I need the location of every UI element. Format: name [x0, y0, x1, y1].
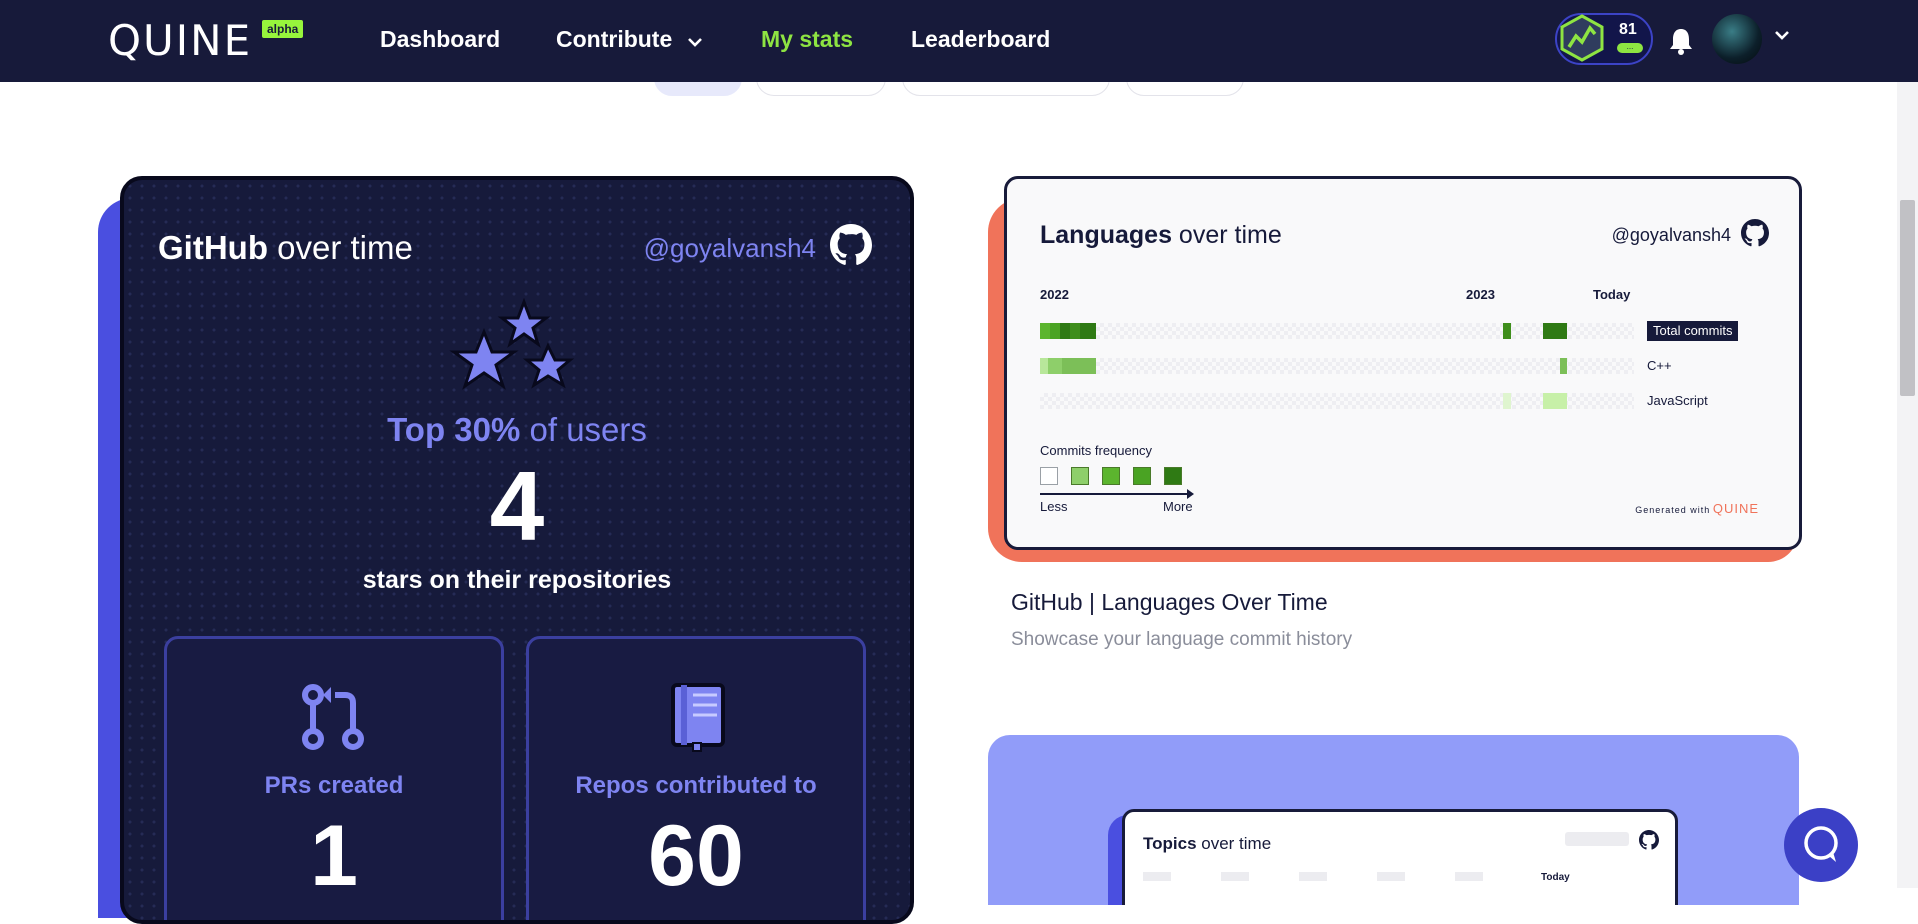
topics-preview: Topics over time Today [1122, 809, 1678, 905]
card-description: Showcase your language commit history [1011, 629, 1353, 650]
xp-value: 81 [1619, 21, 1637, 38]
alpha-badge: alpha [262, 20, 304, 38]
quine-logo[interactable]: QUINE [108, 20, 252, 62]
frequency-title: Commits frequency [1040, 443, 1152, 458]
year-placeholder [1143, 872, 1171, 881]
languages-over-time-card[interactable]: Languages over time @goyalvansh4 2022 20… [1004, 176, 1802, 550]
heatmap-cell [1048, 358, 1062, 374]
generated-with: Generated with QUINE [1635, 501, 1759, 516]
github-over-time-card[interactable]: GitHub over time @goyalvansh4 Top 30% of… [120, 176, 914, 924]
nav-contribute-label: Contribute [556, 26, 673, 52]
year-placeholder [1299, 872, 1327, 881]
github-icon [1639, 830, 1659, 850]
top-percentile: Top 30% of users [124, 410, 910, 450]
heatmap-cell [1070, 323, 1080, 339]
handle-placeholder [1565, 832, 1629, 846]
card-title-rest: over time [1196, 834, 1272, 853]
heatmap-cell [1503, 393, 1511, 409]
year-placeholder [1455, 872, 1483, 881]
frequency-arrow-line [1040, 493, 1190, 495]
avatar[interactable] [1712, 14, 1762, 64]
card-title-bold: Languages [1040, 221, 1172, 249]
repos-contributed-box: Repos contributed to 60 [526, 636, 866, 920]
quine-brand: QUINE [1712, 501, 1759, 516]
year-label: Today [1593, 287, 1631, 302]
heatmap-cell [1560, 358, 1567, 374]
stars-count: 4 [489, 451, 545, 561]
nav-my-stats[interactable]: My stats [761, 24, 853, 54]
year-label: 2023 [1466, 287, 1495, 302]
year-placeholder [1377, 872, 1405, 881]
arrow-right-icon [1187, 489, 1194, 499]
xp-level-badge[interactable]: 81 ... [1555, 13, 1653, 65]
chevron-down-icon [687, 38, 702, 47]
prs-created-box: PRs created 1 [164, 636, 504, 920]
heatmap-cell [1543, 323, 1567, 339]
card-title-rest: over time [267, 229, 413, 266]
card-title-rest: over time [1171, 221, 1282, 249]
github-icon [1741, 219, 1769, 247]
chevron-down-icon[interactable] [1774, 30, 1790, 40]
heatmap-cell [1543, 393, 1567, 409]
repository-book-icon [671, 683, 725, 752]
nav-leaderboard[interactable]: Leaderboard [911, 24, 1050, 54]
heatmap-cell [1040, 323, 1050, 339]
bell-icon[interactable] [1668, 26, 1694, 56]
frequency-swatch [1071, 467, 1089, 485]
year-label: 2022 [1040, 287, 1069, 302]
top-percentile-value: Top 30% [387, 411, 521, 448]
pull-request-icon [302, 684, 364, 750]
generated-with-text: Generated with [1635, 505, 1711, 515]
less-label: Less [1040, 499, 1068, 514]
row-label-cpp: C++ [1647, 358, 1672, 373]
stat-label: Repos contributed to [575, 772, 817, 799]
row-label-total-commits: Total commits [1647, 321, 1739, 341]
top-percentile-suffix: of users [520, 411, 647, 448]
nav-dashboard[interactable]: Dashboard [380, 24, 500, 54]
today-label: Today [1541, 872, 1570, 883]
github-icon [830, 224, 872, 265]
github-handle: @goyalvansh4 [643, 233, 816, 263]
more-label: More [1163, 499, 1193, 514]
frequency-swatch [1102, 467, 1120, 485]
card-title: Topics over time [1143, 834, 1271, 854]
nav-contribute[interactable]: Contribute [556, 24, 703, 54]
frequency-swatch [1133, 467, 1151, 485]
level-hexagon-icon [1560, 14, 1604, 62]
stars-icon [449, 298, 575, 390]
heatmap-cell [1503, 323, 1511, 339]
card-title: GitHub over time [158, 228, 413, 268]
heatmap-cell [1060, 323, 1070, 339]
card-title-bold: GitHub [158, 229, 268, 266]
stars-label: stars on their repositories [362, 566, 672, 594]
heatmap-cell [1062, 358, 1096, 374]
heatmap-cell [1080, 323, 1096, 339]
top-navbar: QUINE alpha Dashboard Contribute My stat… [0, 0, 1918, 82]
xp-progress-bar: ... [1617, 43, 1643, 53]
chat-support-button[interactable] [1784, 808, 1858, 882]
row-label-javascript: JavaScript [1647, 393, 1708, 408]
topics-over-time-card[interactable]: Topics over time Today [988, 735, 1799, 905]
scrollbar-thumb[interactable] [1900, 200, 1915, 396]
card-title: Languages over time [1040, 219, 1282, 251]
frequency-swatch [1164, 467, 1182, 485]
heatmap-cell [1040, 358, 1048, 374]
card-title-bold: Topics [1143, 834, 1197, 853]
heatmap-cell [1050, 323, 1060, 339]
frequency-swatch [1040, 467, 1058, 485]
card-name[interactable]: GitHub | Languages Over Time [1011, 588, 1328, 616]
github-handle: @goyalvansh4 [1611, 225, 1731, 245]
heatmap-row [1040, 358, 1634, 374]
stat-label: PRs created [264, 772, 404, 799]
chat-bubble-icon [1804, 826, 1838, 862]
year-placeholder [1221, 872, 1249, 881]
